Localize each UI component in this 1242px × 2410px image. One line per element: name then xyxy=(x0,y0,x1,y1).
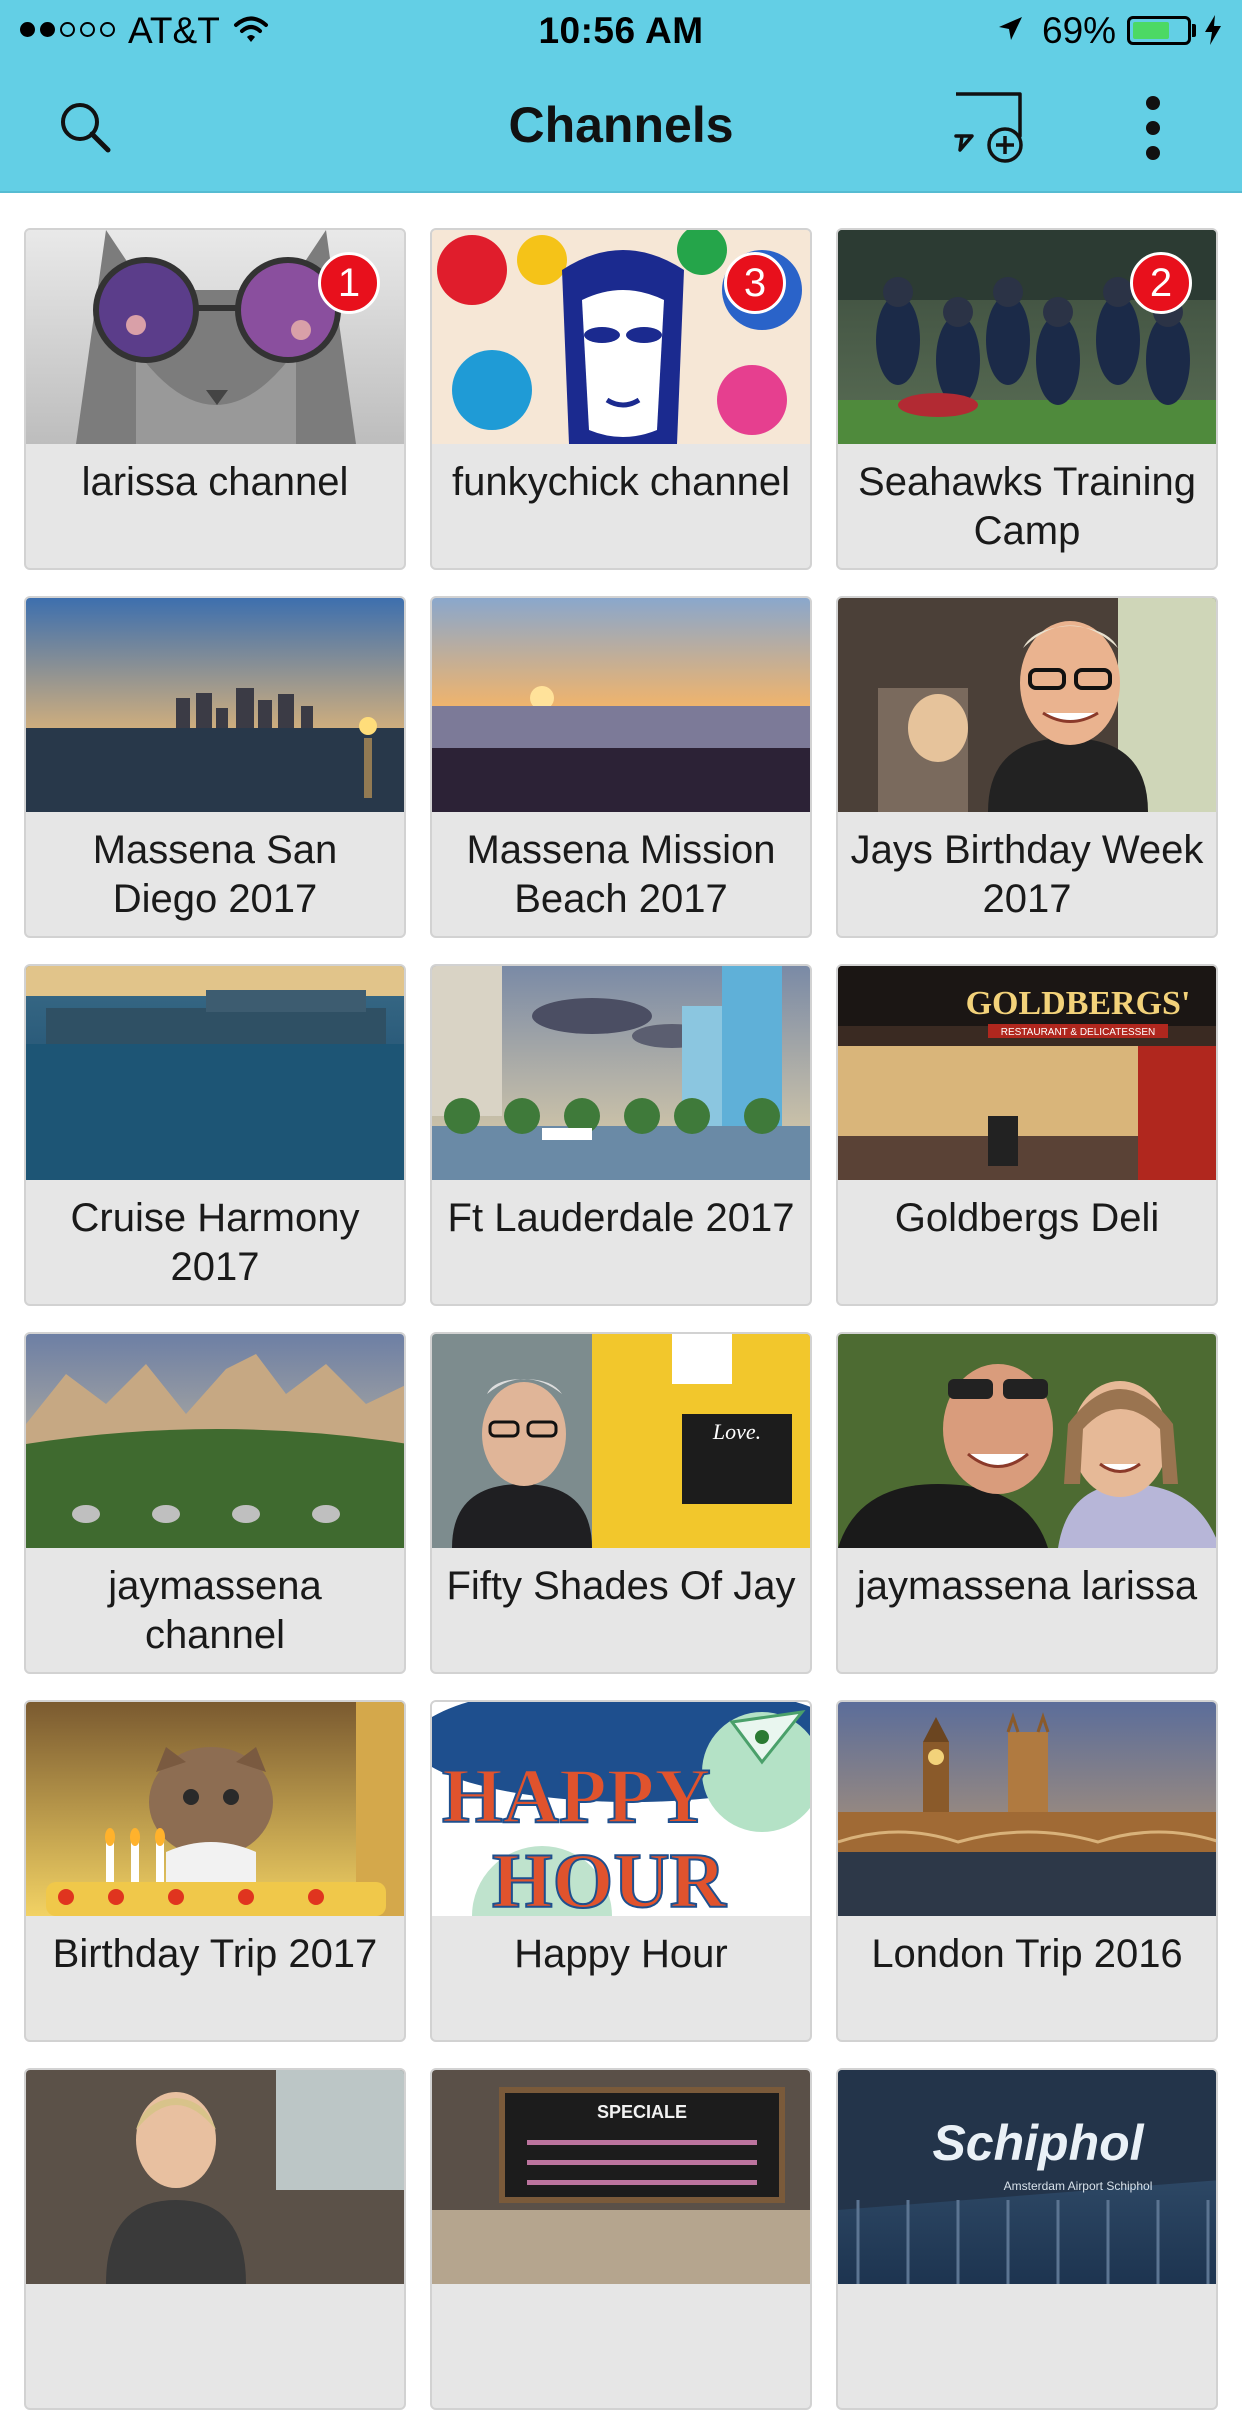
channel-card[interactable]: Ft Lauderdale 2017 xyxy=(430,964,812,1306)
channel-card[interactable] xyxy=(24,2068,406,2410)
svg-text:Schiphol: Schiphol xyxy=(932,2115,1144,2171)
channel-card[interactable]: Massena San Diego 2017 xyxy=(24,596,406,938)
channel-name: larissa channel xyxy=(81,460,349,504)
channel-card[interactable]: HAPPY HOUR Happy Hour xyxy=(430,1700,812,2042)
page-title: Channels xyxy=(508,97,734,153)
channel-card[interactable]: 3 funkychick channel xyxy=(430,228,812,570)
unread-badge: 3 xyxy=(724,252,786,314)
channel-thumbnail xyxy=(26,1334,404,1548)
channel-thumbnail: Love. xyxy=(432,1334,810,1548)
channel-card[interactable]: Cruise Harmony 2017 xyxy=(24,964,406,1306)
channel-name: Ft Lauderdale 2017 xyxy=(447,1196,795,1240)
channel-name: Massena San Diego 2017 xyxy=(92,828,338,921)
channel-card[interactable]: Birthday Trip 2017 xyxy=(24,1700,406,2042)
top-bar: AT&T 10:56 AM 69% Channels xyxy=(0,0,1242,193)
new-chat-icon xyxy=(954,92,1023,163)
channel-card[interactable]: Schiphol Amsterdam Airport Schiphol xyxy=(836,2068,1218,2410)
channel-thumbnail xyxy=(838,1334,1216,1548)
channel-thumbnail xyxy=(26,1702,404,1916)
channel-name xyxy=(838,2284,1216,2298)
channel-name: Cruise Harmony 2017 xyxy=(70,1196,360,1289)
channel-thumbnail: HAPPY HOUR xyxy=(432,1702,810,1916)
unread-badge: 2 xyxy=(1130,252,1192,314)
svg-text:SPECIALE: SPECIALE xyxy=(597,2102,687,2122)
channel-name: London Trip 2016 xyxy=(871,1932,1183,1976)
channel-card[interactable]: 1 larissa channel xyxy=(24,228,406,570)
channel-thumbnail xyxy=(838,598,1216,812)
new-channel-button[interactable] xyxy=(950,88,1030,168)
battery-percent: 69% xyxy=(1042,10,1117,51)
channel-grid: 1 larissa channel 3 funkychick channel 2 Se… xyxy=(24,228,1218,2410)
status-bar: AT&T 10:56 AM 69% xyxy=(0,0,1242,60)
channel-name: Seahawks Training Camp xyxy=(858,460,1196,553)
channel-thumbnail xyxy=(26,598,404,812)
channel-card[interactable]: Massena Mission Beach 2017 xyxy=(430,596,812,938)
channel-card[interactable]: jaymassena channel xyxy=(24,1332,406,1674)
channel-thumbnail xyxy=(26,2070,404,2284)
svg-text:RESTAURANT & DELICATESSEN: RESTAURANT & DELICATESSEN xyxy=(1001,1027,1155,1038)
channel-name: Goldbergs Deli xyxy=(894,1196,1160,1240)
channel-card[interactable]: Jays Birthday Week 2017 xyxy=(836,596,1218,938)
channel-card[interactable]: 2 Seahawks Training Camp xyxy=(836,228,1218,570)
channel-thumbnail xyxy=(432,598,810,812)
channel-card[interactable]: Love. Fifty Shades Of Jay xyxy=(430,1332,812,1674)
channel-thumbnail: Schiphol Amsterdam Airport Schiphol xyxy=(838,2070,1216,2284)
nav-header: Channels xyxy=(0,60,1242,191)
channel-name: Happy Hour xyxy=(514,1932,728,1976)
charging-bolt-icon xyxy=(1203,14,1223,51)
channel-name: Massena Mission Beach 2017 xyxy=(466,828,776,921)
channel-thumbnail xyxy=(26,966,404,1180)
svg-text:HAPPY: HAPPY xyxy=(442,1752,711,1839)
more-menu-button[interactable] xyxy=(1113,88,1193,168)
location-arrow-icon xyxy=(995,14,1025,49)
svg-text:Love.: Love. xyxy=(712,1419,761,1444)
svg-text:GOLDBERGS': GOLDBERGS' xyxy=(966,985,1191,1022)
channel-name xyxy=(432,2284,810,2298)
svg-text:Amsterdam Airport Schiphol: Amsterdam Airport Schiphol xyxy=(1004,2179,1153,2193)
channel-name: jaymassena larissa xyxy=(856,1564,1198,1608)
channel-thumbnail: SPECIALE xyxy=(432,2070,810,2284)
channel-name: Birthday Trip 2017 xyxy=(52,1932,378,1976)
channel-card[interactable]: London Trip 2016 xyxy=(836,1700,1218,2042)
channel-thumbnail: GOLDBERGS' RESTAURANT & DELICATESSEN xyxy=(838,966,1216,1180)
channel-name: funkychick channel xyxy=(452,460,790,504)
channel-thumbnail xyxy=(432,966,810,1180)
channel-card[interactable]: jaymassena larissa xyxy=(836,1332,1218,1674)
channel-name: Jays Birthday Week 2017 xyxy=(850,828,1204,921)
channel-thumbnail xyxy=(838,1702,1216,1916)
more-vertical-icon xyxy=(1146,96,1160,160)
unread-badge: 1 xyxy=(318,252,380,314)
channel-name xyxy=(26,2284,404,2298)
channel-card[interactable]: GOLDBERGS' RESTAURANT & DELICATESSEN Gol… xyxy=(836,964,1218,1306)
channel-name: Fifty Shades Of Jay xyxy=(446,1564,796,1608)
channel-card[interactable]: SPECIALE xyxy=(430,2068,812,2410)
svg-text:HOUR: HOUR xyxy=(492,1837,728,1916)
battery-icon xyxy=(1127,16,1191,45)
channel-name: jaymassena channel xyxy=(108,1564,322,1657)
